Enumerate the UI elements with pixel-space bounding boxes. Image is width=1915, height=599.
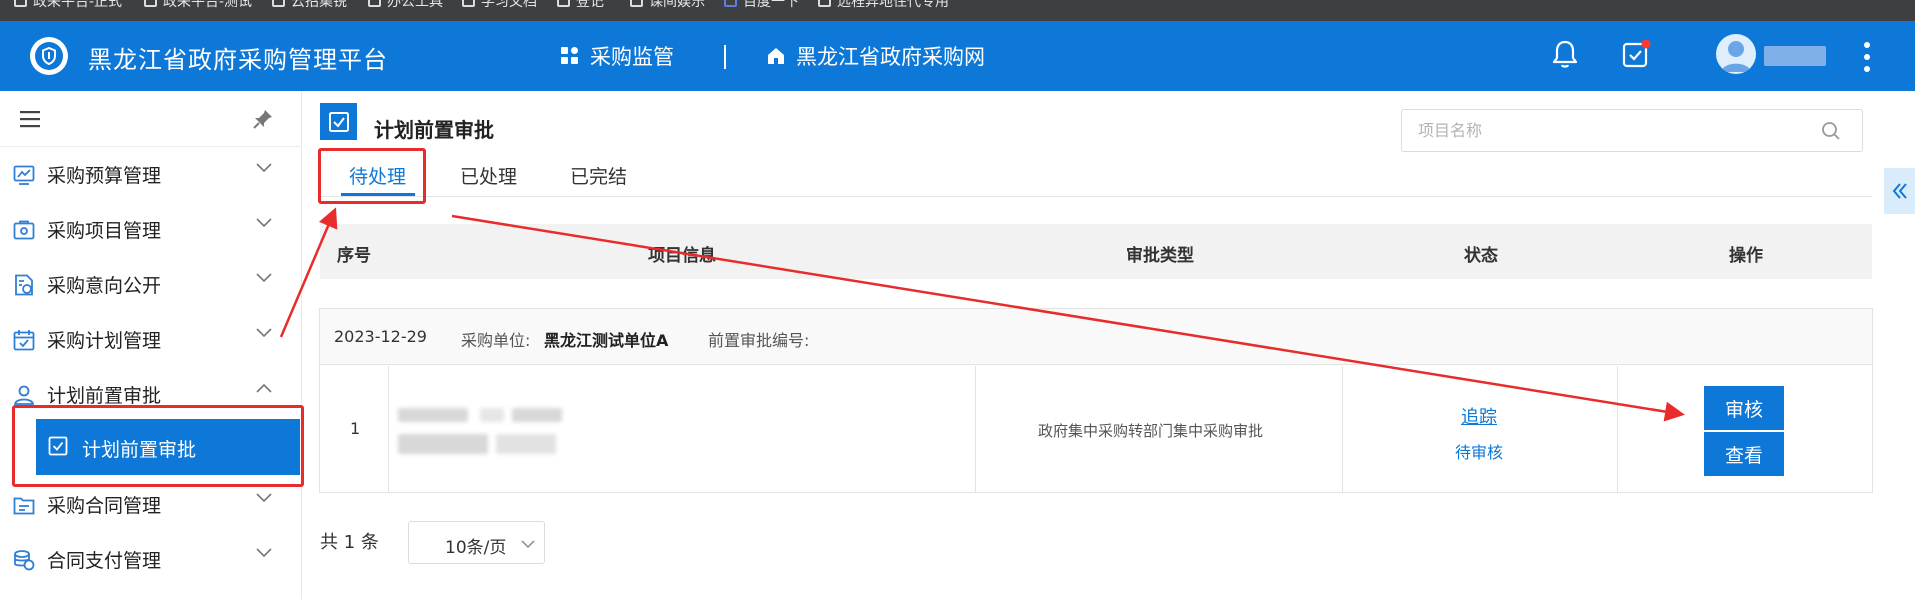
unit-value: 黑龙江测试单位A [544,331,669,350]
page-size-select[interactable]: 10条/页 [408,521,545,564]
chevron-up-icon [256,383,272,393]
folder-icon [630,0,643,7]
table-header: 序号 项目信息 审批类型 状态 操作 [320,224,1872,279]
track-link[interactable]: 追踪 [1461,403,1497,429]
search-icon[interactable] [1821,121,1841,141]
grid-icon [561,47,578,64]
nav-divider [724,45,726,69]
shield-icon [35,42,63,70]
column-divider [388,366,389,492]
chevron-down-icon [256,163,272,173]
view-button[interactable]: 查看 [1704,432,1784,476]
folder-icon [13,497,35,514]
sidebar: 采购预算管理 采购项目管理 采购意向公开 采购计划管理 计划前置审批 计划前置审… [0,91,302,599]
hamburger-menu-icon[interactable] [20,110,40,128]
bell-icon[interactable] [1551,39,1579,73]
table-group: 2023-12-29 采购单位: 黑龙江测试单位A 前置审批编号: 1 政府集中… [319,308,1873,493]
search-box [1401,109,1863,152]
folder-icon [818,0,831,7]
bookmark-item[interactable]: 云招集锐 [272,0,347,10]
column-header: 操作 [1729,246,1763,266]
username-blurred[interactable] [1764,46,1826,66]
search-input[interactable] [1402,110,1802,151]
collapse-panel-button[interactable] [1884,168,1915,214]
bookmark-item[interactable]: 远程异地住代专用 [818,0,949,10]
tab-processed[interactable]: 已处理 [460,162,517,189]
bookmarks-bar: 政采平台-正式 政采平台-测试 云招集锐 办公工具 学习文档 登记 课间娱乐 百… [0,0,1915,21]
chevron-down-icon [256,218,272,228]
coins-icon [14,549,35,570]
page-approve-icon [320,103,357,140]
review-button[interactable]: 审核 [1704,386,1784,430]
folder-icon [368,0,381,7]
chevron-down-icon [256,548,272,558]
folder-icon [462,0,475,7]
bookmark-item[interactable]: 课间娱乐 [630,0,705,10]
folder-icon [272,0,285,7]
more-vertical-icon[interactable] [1864,42,1870,72]
bookmark-item[interactable]: 登记 [557,0,604,10]
double-chevron-left-icon [1892,183,1907,199]
baidu-icon [724,0,737,7]
bookmark-item[interactable]: 政采平台-正式 [14,0,122,10]
folder-icon [144,0,157,7]
sidebar-item-intention[interactable]: 采购意向公开 [0,257,302,312]
chevron-down-icon [256,273,272,283]
bookmark-item[interactable]: 学习文档 [462,0,537,10]
user-avatar[interactable] [1716,34,1756,74]
column-header: 审批类型 [1126,246,1194,266]
group-header: 2023-12-29 采购单位: 黑龙江测试单位A 前置审批编号: [320,309,1872,365]
approval-no-label: 前置审批编号: [708,331,810,350]
column-divider [1342,366,1343,492]
sidebar-item-payment[interactable]: 合同支付管理 [0,532,302,587]
top-header: 黑龙江省政府采购管理平台 采购监管 黑龙江省政府采购网 [0,21,1915,91]
annotation-highlight-tab [318,148,426,204]
group-date: 2023-12-29 [334,327,427,346]
tabs-divider [320,196,1872,197]
approval-type: 政府集中采购转部门集中采购审批 [1038,422,1264,440]
chart-icon [13,165,35,185]
status-text: 待审核 [1455,443,1504,462]
page-title: 计划前置审批 [374,118,494,142]
nav-procurement-website[interactable]: 黑龙江省政府采购网 [766,41,985,71]
column-header: 状态 [1464,246,1498,266]
project-icon [13,220,35,239]
platform-logo [30,37,68,75]
bookmark-item[interactable]: 百度一下 [724,0,799,10]
app-title: 黑龙江省政府采购管理平台 [88,46,388,74]
folder-icon [14,0,27,7]
tab-completed[interactable]: 已完结 [570,162,627,189]
calendar-icon [13,329,35,350]
nav-procurement-supervision[interactable]: 采购监管 [560,41,674,71]
column-divider [975,366,976,492]
total-count: 共 1 条 [320,532,379,553]
chevron-down-icon [256,328,272,338]
pin-icon[interactable] [252,108,274,130]
unit-label: 采购单位: [461,331,531,350]
home-icon [768,48,784,64]
column-header: 序号 [337,246,371,266]
chevron-down-icon [256,493,272,503]
sidebar-item-project[interactable]: 采购项目管理 [0,202,302,257]
column-header: 项目信息 [648,246,716,266]
sidebar-toolbar [0,91,302,147]
column-divider [1617,366,1618,492]
row-index: 1 [350,419,361,438]
sidebar-item-budget[interactable]: 采购预算管理 [0,147,302,202]
annotation-highlight-menu [12,405,304,487]
bookmark-item[interactable]: 办公工具 [368,0,443,10]
user-icon [13,385,35,405]
chevron-down-icon [521,540,535,549]
task-check-icon[interactable] [1621,39,1651,73]
document-icon [15,274,33,295]
sidebar-item-plan[interactable]: 采购计划管理 [0,312,302,367]
folder-icon [557,0,570,7]
bookmark-item[interactable]: 政采平台-测试 [144,0,252,10]
